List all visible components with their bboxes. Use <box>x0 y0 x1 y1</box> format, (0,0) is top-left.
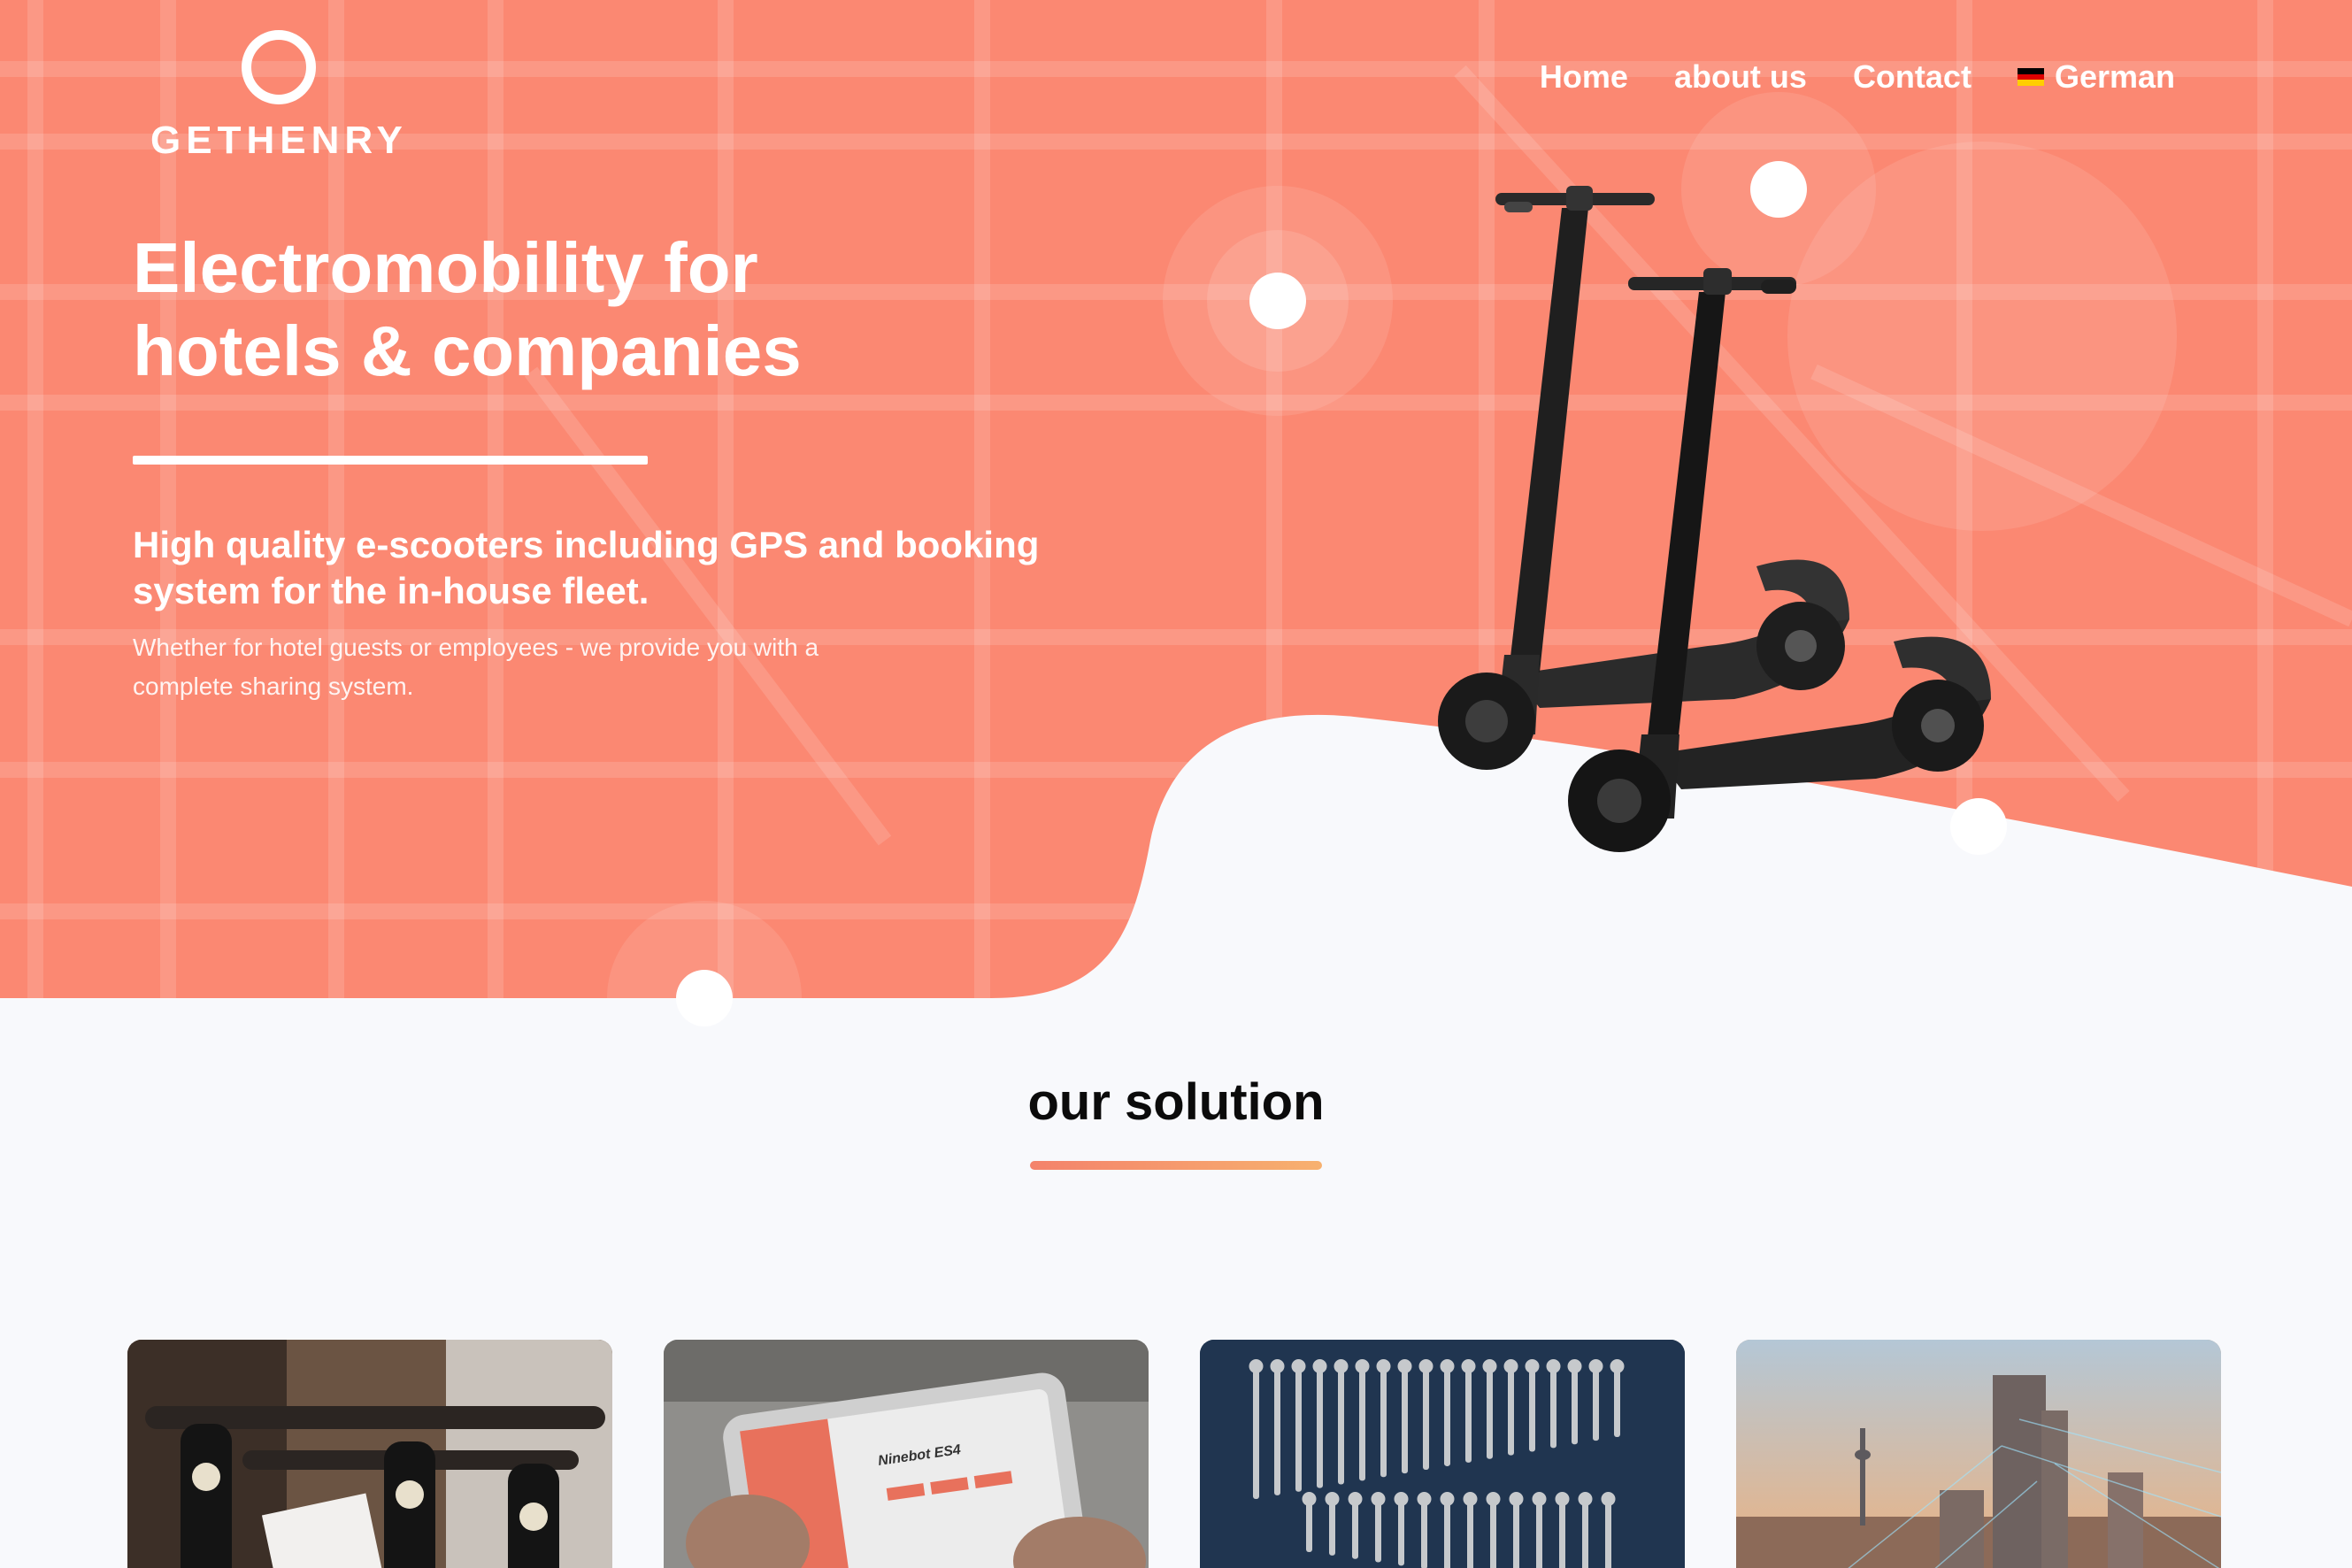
wrench-head <box>1503 1359 1518 1373</box>
section-title: our solution <box>1027 1073 1325 1131</box>
wrench-head <box>1291 1359 1306 1373</box>
city-skyline-network-photo <box>1736 1340 2221 1568</box>
wrench <box>1593 1366 1599 1441</box>
wrench-head <box>1302 1492 1317 1506</box>
solution-card-2[interactable]: Ninebot ES4 <box>664 1340 1149 1568</box>
wrench-head <box>1532 1492 1547 1506</box>
wrench <box>1529 1366 1535 1452</box>
wrench <box>1295 1366 1302 1492</box>
wrench-head <box>1394 1492 1409 1506</box>
wrench <box>1306 1499 1312 1552</box>
decor-dot-3 <box>607 901 802 1095</box>
wrench <box>1329 1499 1335 1556</box>
wrench-head <box>1578 1492 1593 1506</box>
wrench <box>1402 1366 1408 1474</box>
wrench <box>1605 1499 1611 1568</box>
wrench <box>1338 1366 1344 1485</box>
hero-headline: Electromobility for hotels & companies <box>133 227 1106 393</box>
decor-dot-4 <box>1950 798 2007 855</box>
wrench-head <box>1509 1492 1524 1506</box>
wrench <box>1423 1366 1429 1471</box>
wrench-head <box>1463 1492 1478 1506</box>
wrench-head <box>1312 1359 1327 1373</box>
nav-contact[interactable]: Contact <box>1853 58 1972 96</box>
wrench-head <box>1440 1492 1455 1506</box>
brand-name: GETHENRY <box>150 119 408 162</box>
wrench-head <box>1397 1359 1412 1373</box>
tablet-booking-app-photo: Ninebot ES4 <box>664 1340 1149 1568</box>
ring-logo-icon <box>242 30 316 104</box>
hero-headline-line1: Electromobility for <box>133 228 758 307</box>
page: GETHENRY Home about us Contact German El… <box>0 0 2352 1568</box>
wrench-head <box>1371 1492 1386 1506</box>
brand-logo[interactable]: GETHENRY <box>150 30 407 163</box>
wrench <box>1487 1366 1493 1459</box>
wrench-head <box>1355 1359 1370 1373</box>
wrench-head <box>1418 1359 1433 1373</box>
wrench <box>1421 1499 1427 1568</box>
nav-home[interactable]: Home <box>1540 58 1628 96</box>
german-flag-icon <box>2017 68 2044 87</box>
nav-about-us[interactable]: about us <box>1674 58 1807 96</box>
language-label: German <box>2054 58 2175 95</box>
wrench <box>1513 1499 1519 1568</box>
wrench-head <box>1440 1359 1455 1373</box>
wrench-head <box>1601 1492 1616 1506</box>
wrench <box>1572 1366 1578 1445</box>
wrench-head <box>1546 1359 1561 1373</box>
wrench-head <box>1417 1492 1432 1506</box>
wrench-head <box>1482 1359 1497 1373</box>
wrench <box>1550 1366 1556 1449</box>
wrench-head <box>1348 1492 1363 1506</box>
wrench <box>1444 1499 1450 1568</box>
wrench-head <box>1325 1492 1340 1506</box>
wrench <box>1380 1366 1387 1478</box>
hero-divider <box>133 456 648 465</box>
wrench-head <box>1555 1492 1570 1506</box>
branded-scooter-handlebars-photo <box>127 1340 612 1568</box>
wrench <box>1352 1499 1358 1559</box>
wrench <box>1375 1499 1381 1563</box>
wrench <box>1253 1366 1259 1499</box>
language-switcher[interactable]: German <box>2017 58 2175 96</box>
wrench <box>1359 1366 1365 1481</box>
hero-headline-line2: hotels & companies <box>133 311 802 390</box>
wrench-head <box>1486 1492 1501 1506</box>
wrench <box>1614 1366 1620 1437</box>
wrench <box>1559 1499 1565 1568</box>
wrench-head <box>1376 1359 1391 1373</box>
wrench <box>1536 1499 1542 1568</box>
wrench <box>1465 1366 1472 1463</box>
wrench <box>1490 1499 1496 1568</box>
wrench-head <box>1610 1359 1625 1373</box>
wrench-head <box>1588 1359 1603 1373</box>
wrench <box>1317 1366 1323 1488</box>
wrench-head <box>1525 1359 1540 1373</box>
section-title-underline <box>1030 1161 1322 1170</box>
wrench-head <box>1567 1359 1582 1373</box>
wrench <box>1444 1366 1450 1466</box>
hero-subheadline: High quality e-scooters including GPS an… <box>133 524 1040 611</box>
wrench <box>1582 1499 1588 1568</box>
wrench <box>1508 1366 1514 1456</box>
solution-card-1[interactable] <box>127 1340 612 1568</box>
decor-dot-1 <box>1163 186 1393 416</box>
solution-card-3[interactable] <box>1200 1340 1685 1568</box>
tool-wall-wrenches-photo <box>1200 1340 1685 1568</box>
wrench-head <box>1270 1359 1285 1373</box>
hero-body-text: Whether for hotel guests or employees - … <box>133 634 819 700</box>
wrench <box>1274 1366 1280 1495</box>
wrench-head <box>1461 1359 1476 1373</box>
wrench <box>1398 1499 1404 1566</box>
wrench-head <box>1334 1359 1349 1373</box>
main-nav: Home about us Contact German <box>1540 58 2175 96</box>
wrench-head <box>1249 1359 1264 1373</box>
decor-dot-2 <box>1681 92 1876 287</box>
solution-card-4[interactable] <box>1736 1340 2221 1568</box>
wrench <box>1467 1499 1473 1568</box>
